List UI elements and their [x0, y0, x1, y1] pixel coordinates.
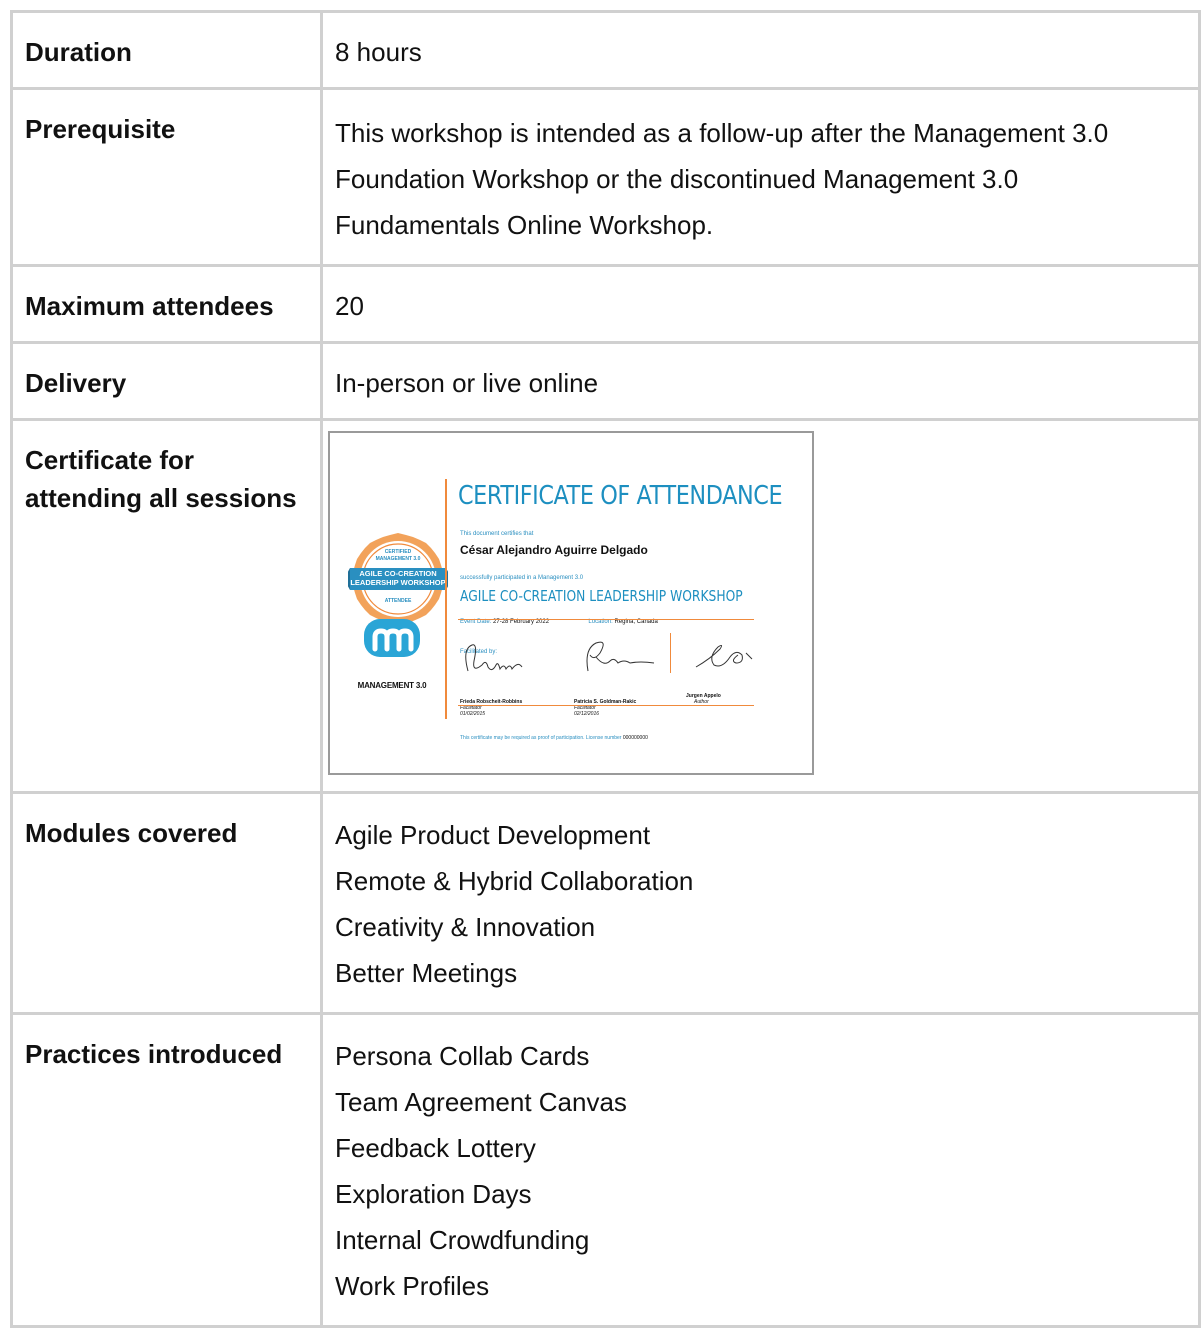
row-label: Duration — [10, 10, 323, 90]
badge-line-3: AGILE CO-CREATION — [359, 569, 436, 578]
badge-line-4: LEADERSHIP WORKSHOP — [350, 578, 445, 587]
table-row: Modules covered Agile Product Developmen… — [10, 791, 1201, 1015]
signatory-3-role: Author — [694, 699, 709, 705]
table-row: Maximum attendees 20 — [10, 264, 1201, 344]
badge-line-5: ATTENDEE — [385, 598, 412, 604]
row-value: This workshop is intended as a follow-up… — [320, 87, 1201, 267]
row-value: In-person or live online — [320, 341, 1201, 421]
list-item: Agile Product Development — [335, 820, 651, 850]
list-item: Work Profiles — [335, 1271, 490, 1301]
certified-badge-icon: CERTIFIED MANAGEMENT 3.0 AGILE CO-CREATI… — [348, 533, 448, 625]
table-row: Prerequisite This workshop is intended a… — [10, 87, 1201, 267]
row-value: 20 — [320, 264, 1201, 344]
list-item: Internal Crowdfunding — [335, 1225, 590, 1255]
row-label: Modules covered — [10, 791, 323, 1015]
modules-list: Agile Product Development Remote & Hybri… — [320, 791, 1201, 1015]
list-item: Creativity & Innovation — [335, 912, 596, 942]
divider — [458, 619, 754, 620]
signature-divider — [670, 633, 671, 673]
list-item: Persona Collab Cards — [335, 1041, 590, 1071]
row-label: Prerequisite — [10, 87, 323, 267]
table-row: Delivery In-person or live online — [10, 341, 1201, 421]
signature-2-icon — [586, 641, 655, 672]
table-row: Certificate for attending all sessions C… — [10, 418, 1201, 794]
workshop-info-table: Duration 8 hours Prerequisite This works… — [10, 10, 1201, 1328]
divider — [458, 705, 754, 706]
list-item: Remote & Hybrid Collaboration — [335, 866, 694, 896]
row-value: 8 hours — [320, 10, 1201, 90]
row-label: Maximum attendees — [10, 264, 323, 344]
certificate-footer: This certificate may be required as proo… — [460, 715, 648, 761]
management30-logo-icon — [364, 619, 420, 657]
certificate-cell: CERTIFIED MANAGEMENT 3.0 AGILE CO-CREATI… — [320, 418, 1201, 794]
signature-1-icon — [465, 644, 523, 672]
signature-3-icon — [695, 644, 753, 668]
row-label: Certificate for attending all sessions — [10, 418, 323, 794]
footer-text: This certificate may be required as proo… — [460, 735, 622, 741]
badge-line-1: CERTIFIED — [385, 549, 412, 555]
logo-text: MANAGEMENT 3.0 — [357, 681, 427, 690]
list-item: Feedback Lottery — [335, 1133, 536, 1163]
badge-line-2: MANAGEMENT 3.0 — [376, 556, 421, 562]
list-item: Team Agreement Canvas — [335, 1087, 627, 1117]
list-item: Exploration Days — [335, 1179, 532, 1209]
table-row: Duration 8 hours — [10, 10, 1201, 90]
row-label: Delivery — [10, 341, 323, 421]
license-number: 000000000 — [622, 735, 648, 741]
accent-line — [445, 479, 447, 719]
certificate-image: CERTIFIED MANAGEMENT 3.0 AGILE CO-CREATI… — [328, 431, 814, 775]
list-item: Better Meetings — [335, 958, 518, 988]
